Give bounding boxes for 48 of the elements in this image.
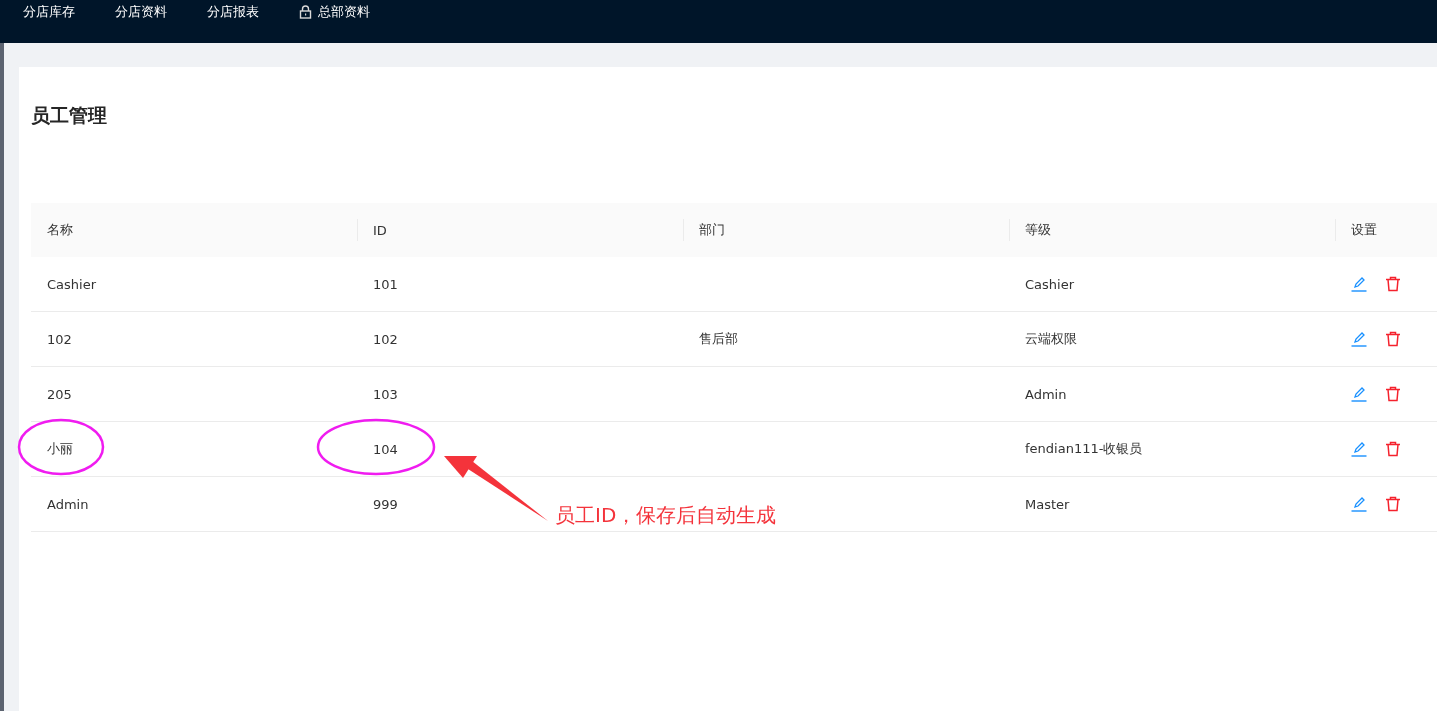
nav-item[interactable]: 总部资料 — [299, 0, 370, 24]
column-header: ID — [357, 203, 683, 257]
table-cell: 103 — [373, 386, 398, 402]
delete-button[interactable] — [1385, 331, 1401, 347]
table-cell: Cashier — [1025, 276, 1074, 292]
column-header: 等级 — [1009, 203, 1335, 257]
trash-icon — [1385, 496, 1401, 512]
edit-button[interactable] — [1351, 386, 1367, 402]
table-cell: Master — [1025, 496, 1070, 512]
table-cell: fendian111-收银员 — [1025, 441, 1143, 456]
table-cell: Admin — [1025, 386, 1067, 402]
pencil-icon — [1351, 441, 1367, 457]
column-header: 设置 — [1335, 203, 1437, 257]
pencil-icon — [1351, 331, 1367, 347]
table-cell: 999 — [373, 496, 398, 512]
delete-button[interactable] — [1385, 386, 1401, 402]
pencil-icon — [1351, 386, 1367, 402]
delete-button[interactable] — [1385, 441, 1401, 457]
edit-button[interactable] — [1351, 441, 1367, 457]
table-cell: 104 — [373, 441, 398, 457]
column-header: 名称 — [31, 203, 357, 257]
table-cell: 云端权限 — [1025, 331, 1077, 346]
lock-icon — [299, 5, 312, 19]
delete-button[interactable] — [1385, 276, 1401, 292]
table-cell: 101 — [373, 276, 398, 292]
pencil-icon — [1351, 496, 1367, 512]
pencil-icon — [1351, 276, 1367, 292]
edit-button[interactable] — [1351, 276, 1367, 292]
table-cell: 205 — [47, 386, 72, 402]
table-cell: 小丽 — [47, 441, 73, 456]
table-cell: 102 — [373, 331, 398, 347]
table-cell: 102 — [47, 331, 72, 347]
trash-icon — [1385, 441, 1401, 457]
table-cell: 售后部 — [699, 331, 738, 346]
nav-item[interactable]: 分店库存 — [23, 0, 75, 24]
trash-icon — [1385, 386, 1401, 402]
trash-icon — [1385, 331, 1401, 347]
edit-button[interactable] — [1351, 331, 1367, 347]
nav-item[interactable]: 分店资料 — [115, 0, 167, 24]
delete-button[interactable] — [1385, 496, 1401, 512]
edit-button[interactable] — [1351, 496, 1367, 512]
page-title: 员工管理 — [31, 103, 108, 128]
column-header: 部门 — [683, 203, 1009, 257]
nav-item[interactable]: 分店报表 — [207, 0, 259, 24]
trash-icon — [1385, 276, 1401, 292]
table-cell: Admin — [47, 496, 89, 512]
table-cell: Cashier — [47, 276, 96, 292]
annotation-text: 员工ID，保存后自动生成 — [555, 502, 777, 529]
